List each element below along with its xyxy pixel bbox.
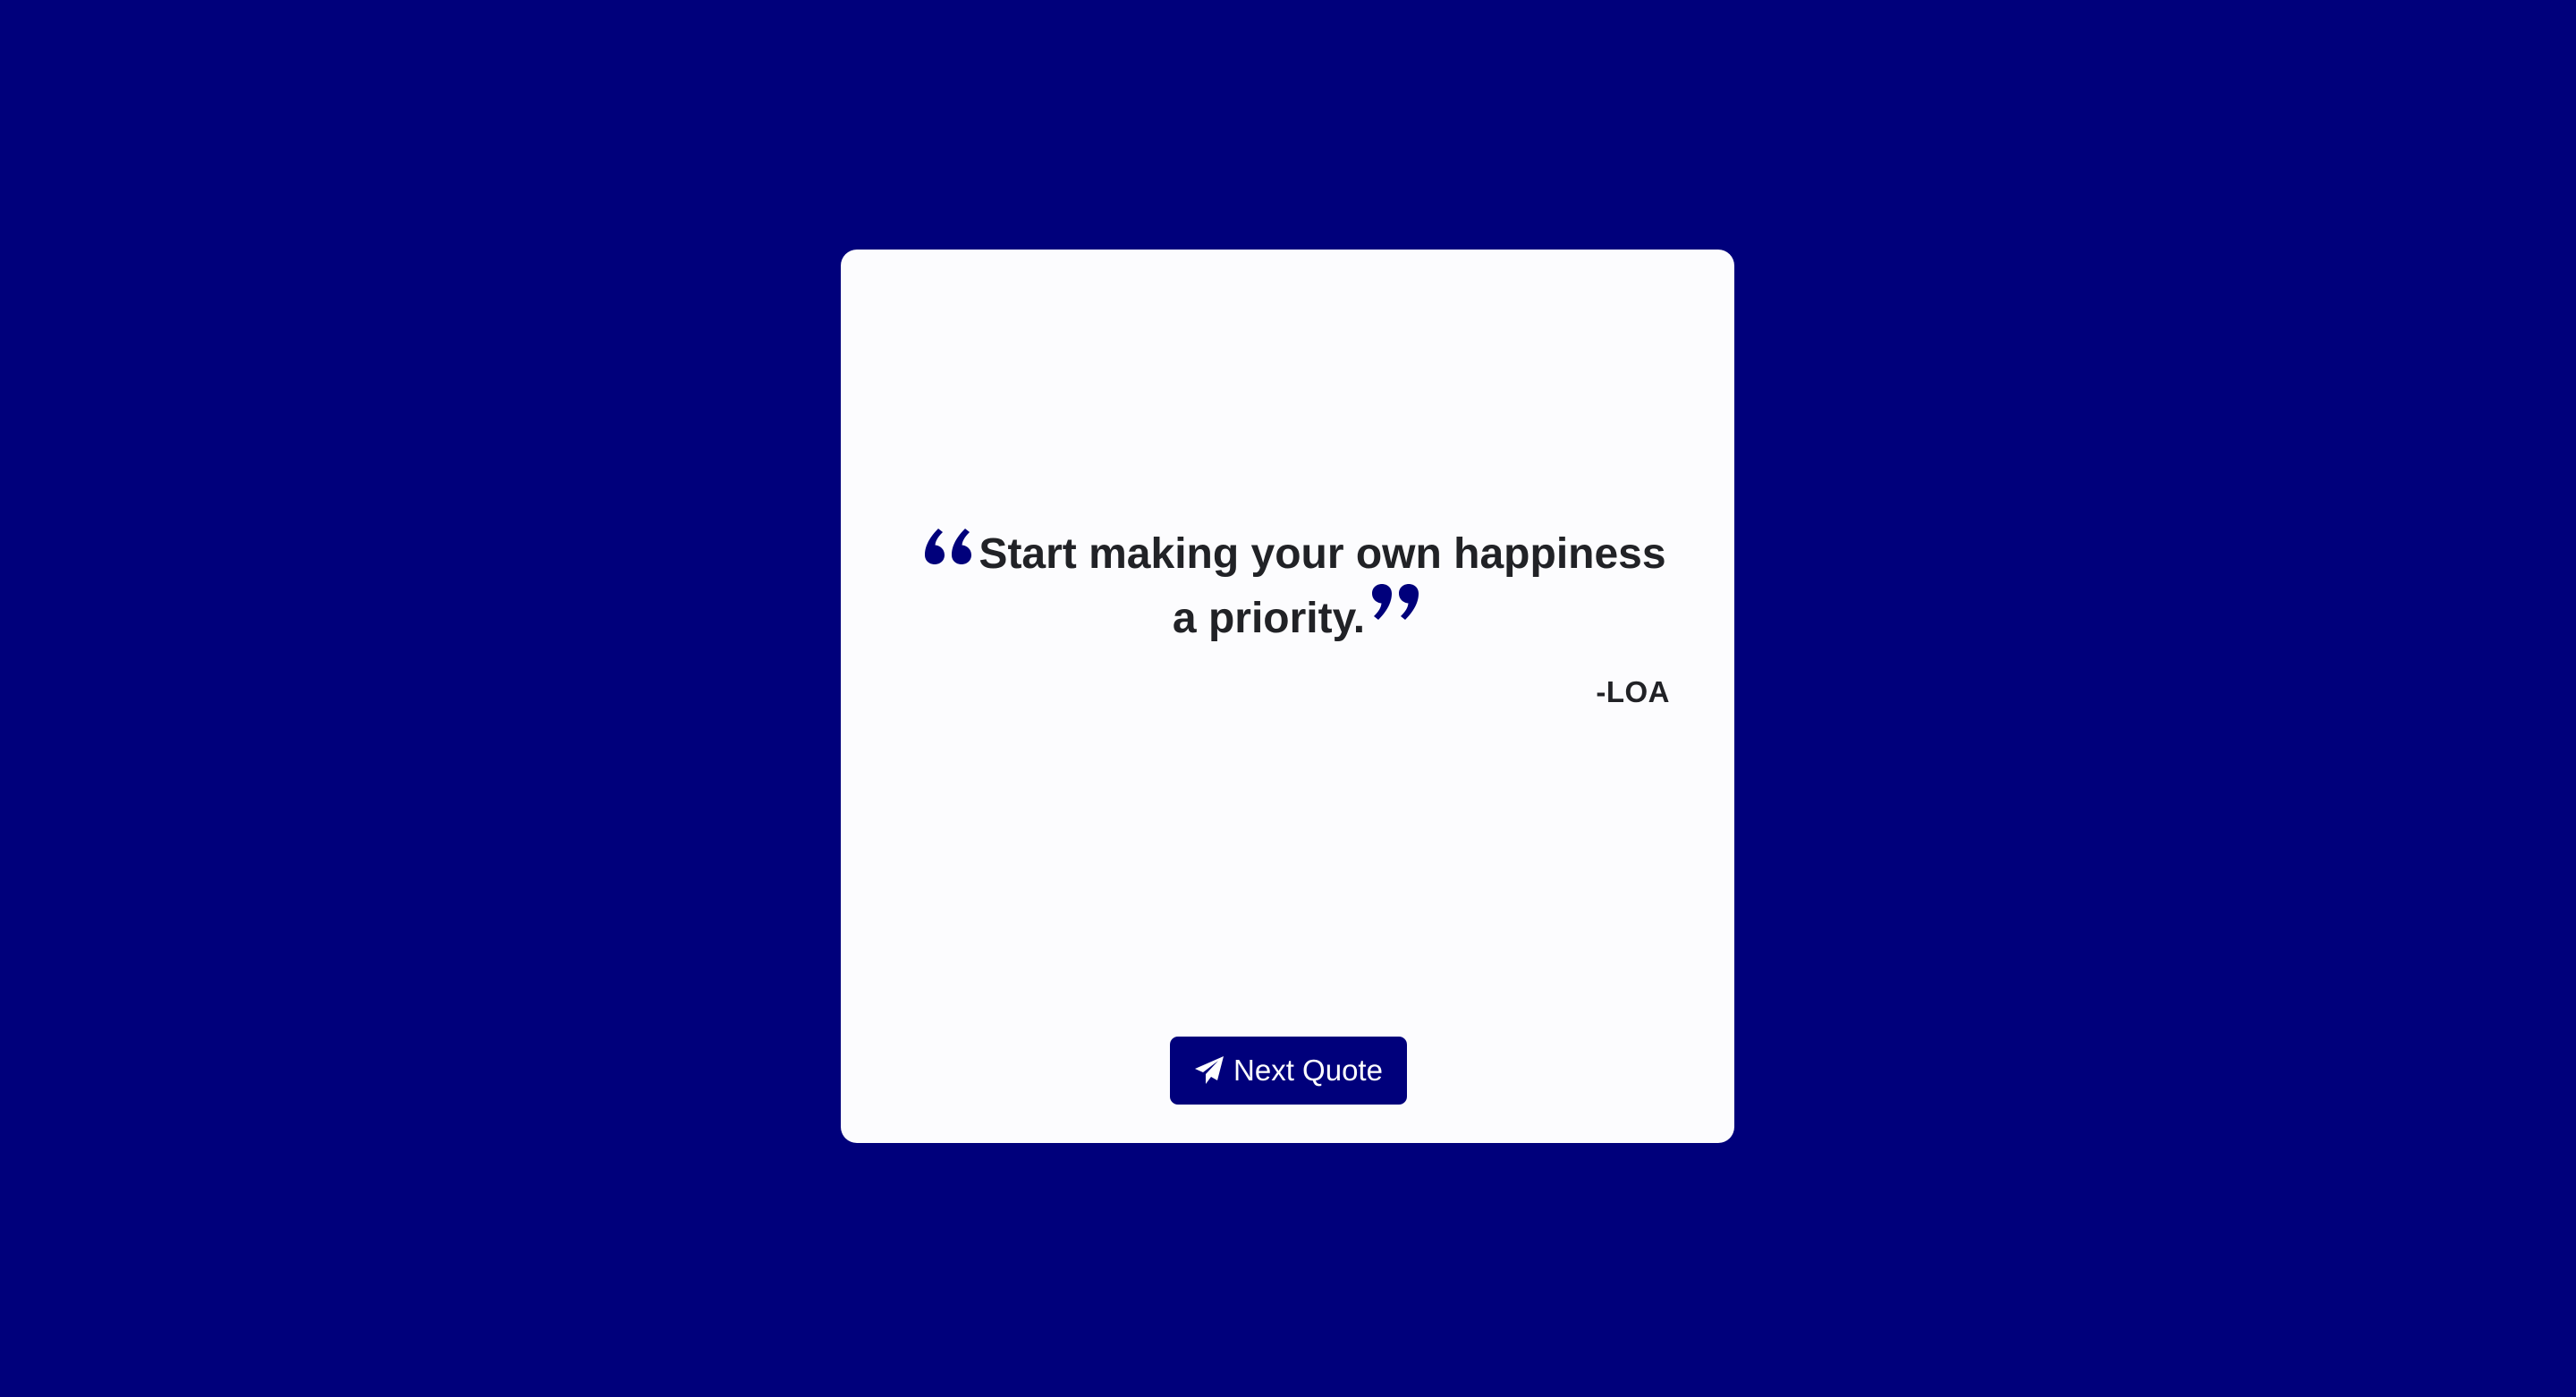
next-quote-label: Next Quote: [1233, 1054, 1383, 1087]
quote-author: -LOA: [1596, 675, 1670, 708]
quote-text-block: Start making your own happiness a priori…: [921, 522, 1670, 651]
quote-right-icon: [1372, 584, 1419, 620]
page-background: Start making your own happiness a priori…: [0, 0, 2576, 1397]
quote-left-icon: [925, 529, 972, 564]
next-quote-button[interactable]: Next Quote: [1170, 1037, 1407, 1105]
quote-text: Start making your own happiness a priori…: [979, 530, 1666, 642]
quote-card: Start making your own happiness a priori…: [841, 250, 1734, 1143]
paper-plane-icon: [1194, 1055, 1224, 1086]
